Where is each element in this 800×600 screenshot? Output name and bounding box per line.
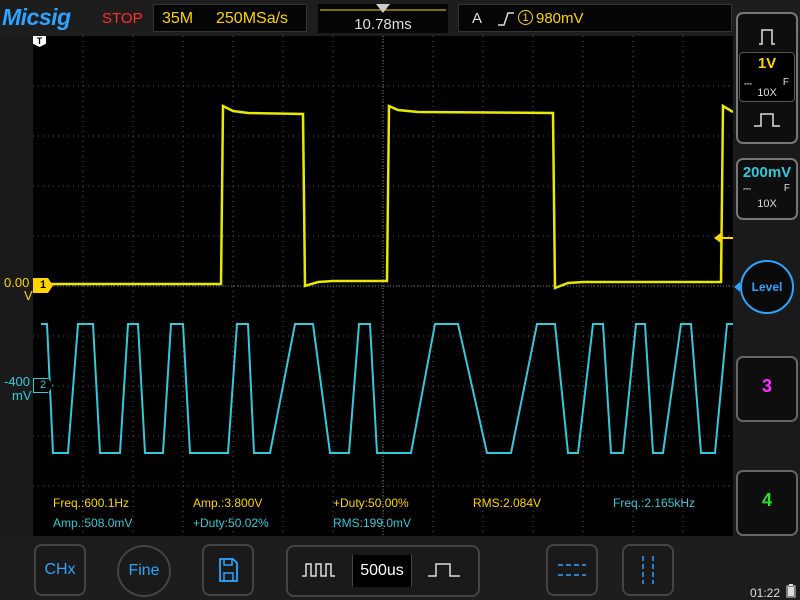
ch2-offset-value: -400	[4, 374, 31, 389]
chx-label: CHx	[44, 561, 76, 578]
measurement-panel: Freq.:600.1Hz Amp.:3.800V +Duty:50.00% R…	[33, 490, 733, 534]
sample-rate: 250MSa/s	[216, 10, 289, 27]
ch2-amp-measure: Amp.:508.0mV	[53, 516, 133, 530]
level-label: Level	[751, 280, 783, 294]
ch4-label: 4	[761, 490, 772, 510]
fine-label: Fine	[128, 562, 160, 579]
ch2-waveform	[41, 323, 733, 454]
ch1-scale-value: 1V	[757, 55, 777, 72]
ch2-probe-ratio: 10X	[757, 198, 777, 210]
ch2-vertical-panel[interactable]: 200mV ⎓ F 10X	[736, 158, 798, 220]
vertical-cursor-button[interactable]	[622, 544, 674, 596]
ch1-offset-unit: V	[24, 288, 33, 303]
fine-button[interactable]: Fine	[117, 545, 171, 597]
ch2-freq-measure: Freq.:2.165kHz	[613, 496, 696, 510]
horizontal-cursor-icon	[558, 564, 586, 576]
level-knob-button[interactable]: Level	[740, 260, 794, 314]
vertical-cursor-icon	[642, 556, 654, 584]
battery-icon	[786, 584, 796, 598]
ch2-bandwidth: F	[783, 183, 790, 194]
ch2-offset-unit: mV	[12, 388, 32, 403]
horizontal-cursor-button[interactable]	[546, 544, 598, 596]
trigger-position-icon	[376, 4, 390, 13]
ch1-marker-label: 1	[39, 279, 47, 291]
ch1-waveform	[51, 103, 733, 290]
ch1-scale-up-icon[interactable]	[738, 18, 796, 54]
timebase-decrease-icon[interactable]	[288, 547, 350, 595]
ch1-scale-box[interactable]: 1V ⎓ F 10X	[739, 52, 795, 102]
ch1-probe-ratio: 10X	[757, 87, 777, 99]
trigger-level-arrow-icon[interactable]	[714, 231, 734, 245]
ch1-amp-measure: Amp.:3.800V	[193, 496, 263, 510]
ch2-coupling-icon: ⎓	[743, 184, 751, 195]
delay-value: 10.78ms	[354, 16, 412, 33]
timebase-value: 500us	[360, 562, 404, 579]
ch1-freq-measure: Freq.:600.1Hz	[53, 496, 130, 510]
trigger-source-number: 1	[522, 12, 529, 24]
save-button[interactable]	[202, 544, 254, 596]
ch1-rms-measure: RMS:2.084V	[473, 496, 542, 510]
ch4-button[interactable]: 4	[736, 470, 798, 536]
trigger-source-badge: 1	[518, 10, 533, 25]
ch2-scale-value: 200mV	[742, 164, 792, 181]
save-icon	[219, 558, 238, 582]
ch2-duty-measure: +Duty:50.02%	[193, 516, 269, 530]
timebase-increase-icon[interactable]	[414, 547, 476, 595]
ch1-scale-down-icon[interactable]	[738, 102, 796, 138]
timebase-control[interactable]: 500us	[286, 545, 480, 597]
trigger-point-label: T	[36, 36, 43, 46]
level-pointer-icon	[734, 282, 740, 292]
ch2-marker-label: 2	[39, 379, 47, 391]
run-stop-status[interactable]: STOP	[102, 10, 143, 27]
trigger-level: 980mV	[536, 10, 584, 27]
ch1-vertical-panel[interactable]: 1V ⎓ F 10X	[736, 12, 798, 144]
ch1-duty-measure: +Duty:50.00%	[333, 496, 409, 510]
waveform-display[interactable]	[33, 36, 733, 536]
ch3-label: 3	[761, 376, 772, 396]
ch3-button[interactable]: 3	[736, 356, 798, 422]
rising-edge-icon	[498, 12, 514, 26]
trigger-mode: A	[472, 10, 483, 27]
brand-logo: Micsig	[2, 4, 71, 30]
clock: 01:22	[750, 586, 781, 600]
memory-depth: 35M	[162, 10, 194, 27]
ch2-rms-measure: RMS:199.0mV	[333, 516, 412, 530]
timebase-value-box: 500us	[352, 555, 412, 587]
waveform-traces	[41, 103, 733, 454]
chx-button[interactable]: CHx	[34, 544, 86, 596]
